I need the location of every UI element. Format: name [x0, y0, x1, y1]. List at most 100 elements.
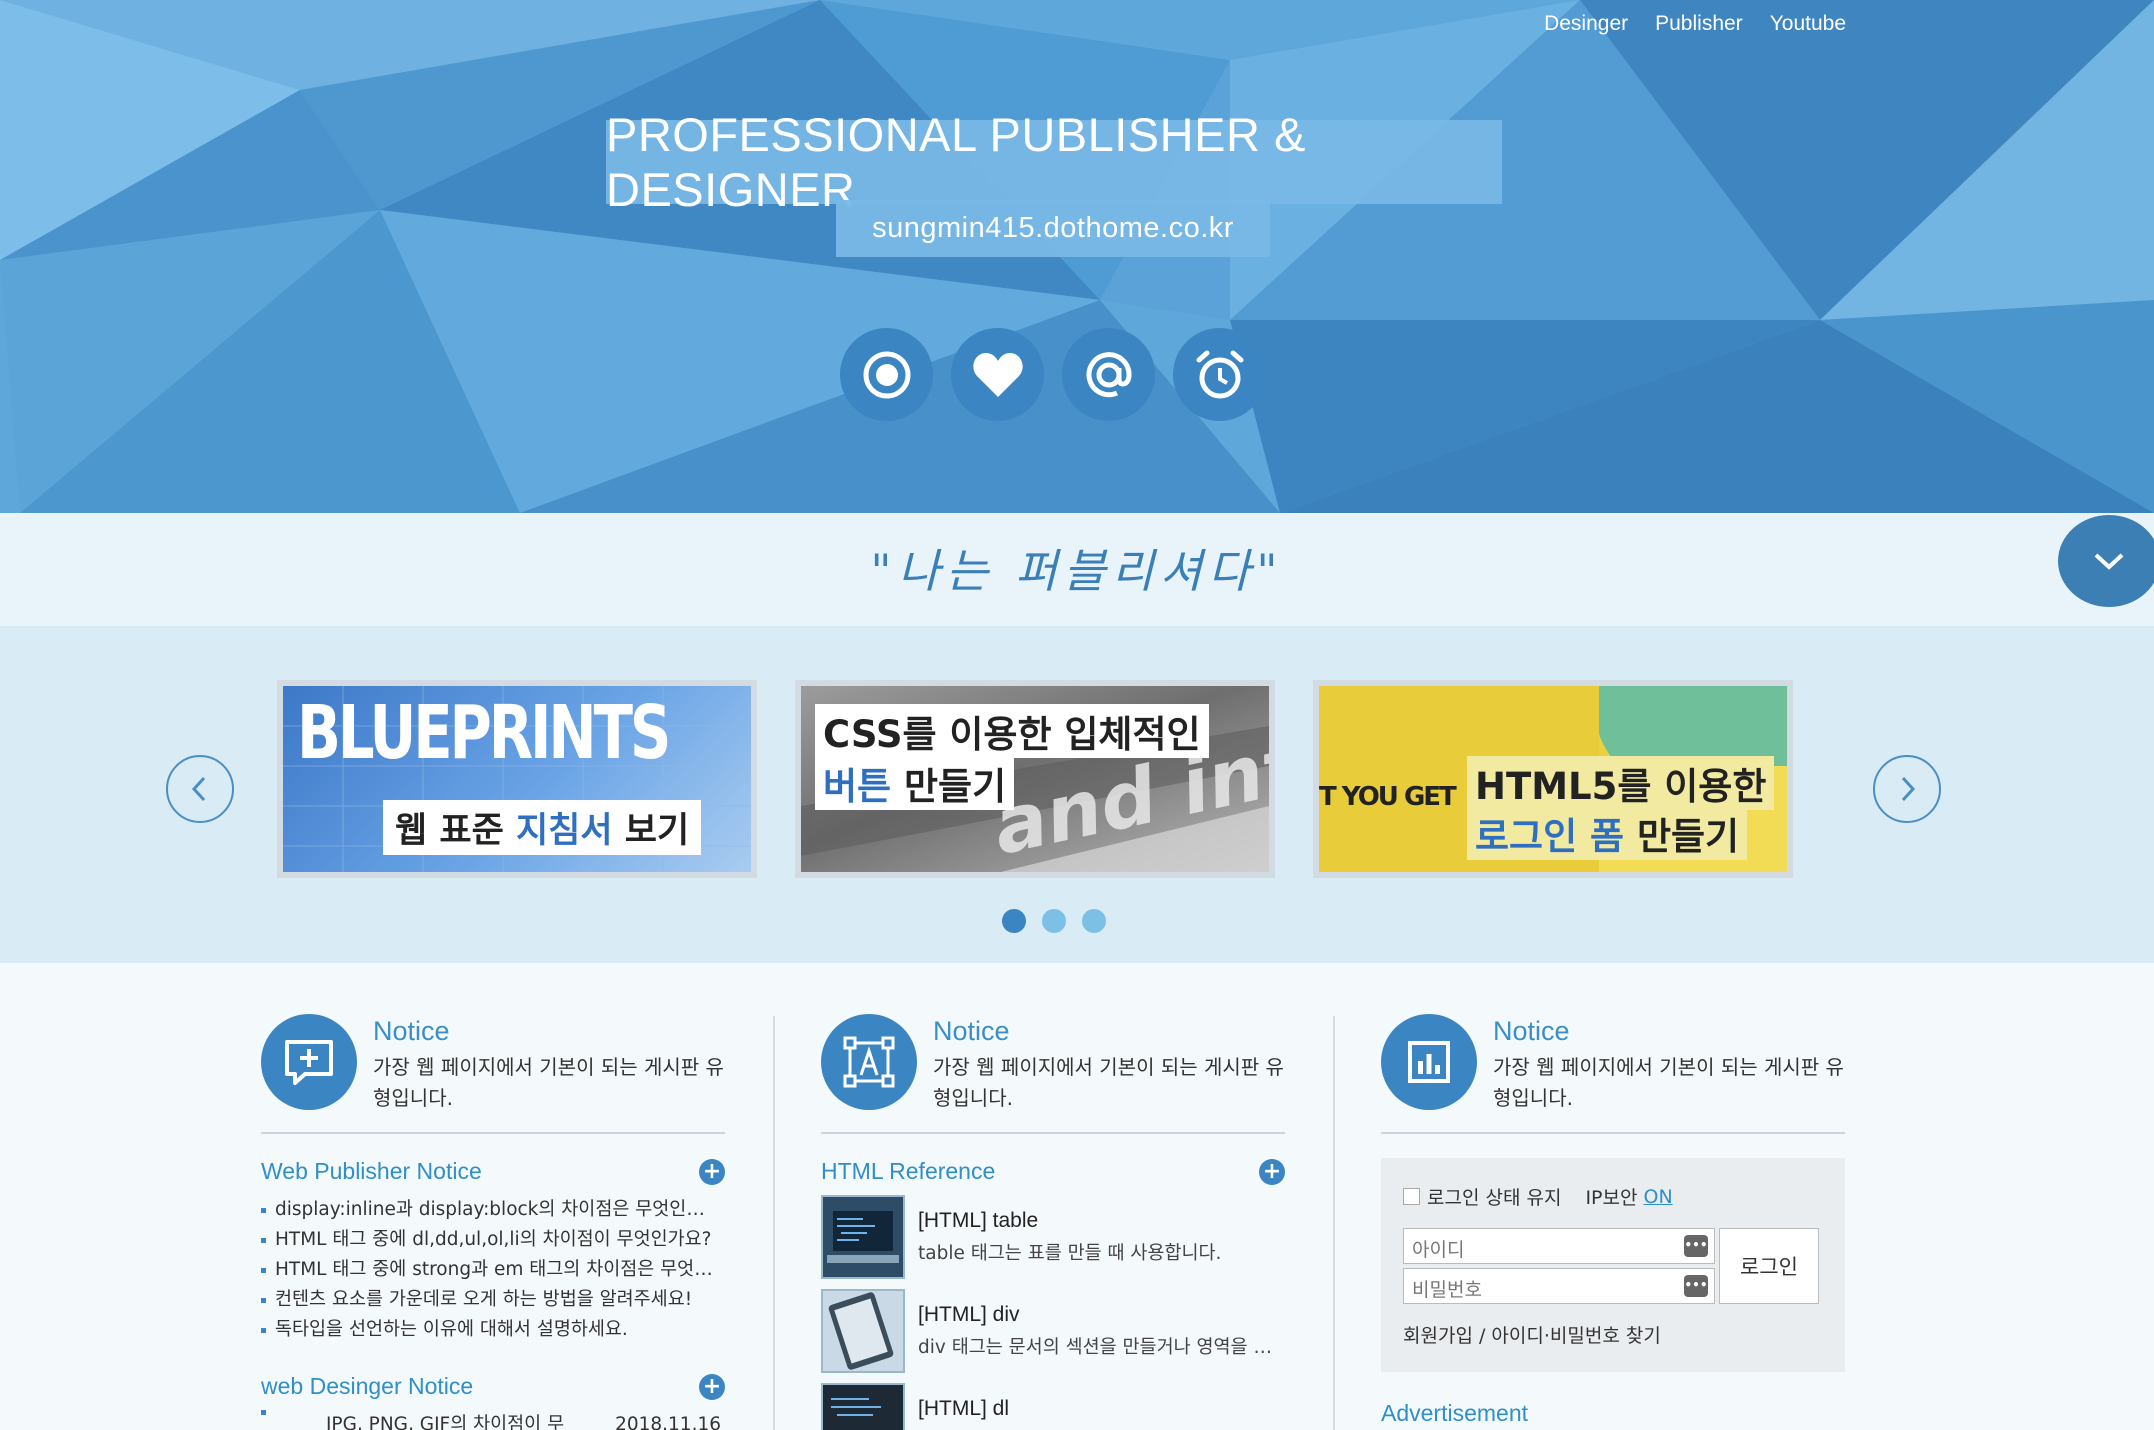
- slider-dot-2[interactable]: [1042, 909, 1066, 933]
- column-login: Notice 가장 웹 페이지에서 기본이 되는 게시판 유형입니다. 로그인 …: [1381, 1014, 1845, 1427]
- slide-blueprints[interactable]: BLUEPRINTS 웹 표준 지침서 보기: [277, 680, 757, 878]
- section-header: web Desinger Notice +: [261, 1373, 725, 1400]
- hero-url-box: sungmin415.dothome.co.kr: [836, 200, 1270, 257]
- reference-item[interactable]: [HTML] table table 태그는 표를 만들 때 사용합니다.: [821, 1195, 1285, 1279]
- nav-link-publisher[interactable]: Publisher: [1655, 12, 1743, 36]
- list-item[interactable]: display:inline과 display:block의 차이점은 무엇인가…: [261, 1195, 721, 1225]
- slider-next-button[interactable]: [1873, 755, 1941, 823]
- slide-2-caption-1: CSS를 이용한 입체적인: [815, 704, 1209, 758]
- scroll-down-button[interactable]: [2058, 515, 2154, 607]
- slide-2-caption-accent: 버튼: [823, 765, 892, 808]
- section-title[interactable]: HTML Reference: [821, 1158, 995, 1185]
- password-manager-icon[interactable]: •••: [1684, 1275, 1708, 1297]
- id-placeholder: 아이디: [1412, 1239, 1465, 1261]
- reference-title: [HTML] dl: [918, 1397, 1010, 1420]
- list-item-title: JPG, PNG, GIF의 차이점이 무: [325, 1414, 565, 1430]
- ip-security-toggle[interactable]: ON: [1643, 1186, 1672, 1208]
- column-reference: Notice 가장 웹 페이지에서 기본이 되는 게시판 유형입니다. HTML…: [821, 1014, 1285, 1430]
- slider-dots: [1002, 909, 1106, 933]
- advertisement-title: Advertisement: [1381, 1400, 1529, 1426]
- chevron-left-icon: [191, 776, 206, 802]
- column-divider: [773, 1016, 775, 1430]
- list-item[interactable]: HTML 태그 중에 strong과 em 태그의 차이점은 무엇인가요?: [261, 1255, 721, 1285]
- slide-3-caption-accent: 로그인 폼: [1475, 815, 1625, 858]
- add-comment-icon: [261, 1014, 357, 1110]
- column-header: Notice 가장 웹 페이지에서 기본이 되는 게시판 유형입니다.: [261, 1014, 725, 1134]
- slide-1-caption-a: 웹 표준: [395, 811, 504, 851]
- signup-find-links[interactable]: 회원가입 / 아이디·비밀번호 찾기: [1403, 1321, 1661, 1348]
- nav-link-youtube[interactable]: Youtube: [1770, 12, 1846, 36]
- password-field[interactable]: 비밀번호 •••: [1403, 1268, 1715, 1304]
- section-title[interactable]: web Desinger Notice: [261, 1373, 473, 1400]
- slider: BLUEPRINTS 웹 표준 지침서 보기 and inte CSS를 이용한…: [0, 626, 2154, 963]
- id-field[interactable]: 아이디 •••: [1403, 1228, 1715, 1264]
- remember-label: 로그인 상태 유지: [1427, 1187, 1562, 1209]
- reference-title: [HTML] div: [918, 1303, 1020, 1326]
- slider-prev-button[interactable]: [166, 755, 234, 823]
- hero-url: sungmin415.dothome.co.kr: [872, 212, 1234, 244]
- list-item[interactable]: 컨텐츠 요소를 가운데로 오게 하는 방법을 알려주세요!: [261, 1285, 721, 1315]
- hero-title-box: PROFESSIONAL PUBLISHER & DESIGNER: [606, 108, 1502, 216]
- content-area: Notice 가장 웹 페이지에서 기본이 되는 게시판 유형입니다. Web …: [0, 963, 2154, 1430]
- slide-css-button[interactable]: and inte CSS를 이용한 입체적인 버튼 만들기: [795, 680, 1275, 878]
- more-button[interactable]: +: [699, 1158, 725, 1185]
- top-nav: Desinger Publisher Youtube: [1544, 12, 1846, 36]
- slide-1-caption-accent: 지침서: [515, 811, 613, 851]
- column-header: Notice 가장 웹 페이지에서 기본이 되는 게시판 유형입니다.: [1381, 1014, 1845, 1134]
- notice-list: display:inline과 display:block의 차이점은 무엇인가…: [261, 1195, 725, 1345]
- list-item-date: 2018.11.16: [615, 1414, 721, 1430]
- column-header: Notice 가장 웹 페이지에서 기본이 되는 게시판 유형입니다.: [821, 1014, 1285, 1134]
- reference-thumbnail: [821, 1383, 905, 1430]
- chevron-down-icon: [2094, 553, 2124, 570]
- reference-title: [HTML] table: [918, 1209, 1039, 1232]
- reference-item[interactable]: [HTML] dl: [821, 1383, 1285, 1430]
- slide-1-caption: 웹 표준 지침서 보기: [383, 800, 702, 855]
- list-item[interactable]: HTML 태그 중에 dl,dd,ul,ol,li의 차이점이 무엇인가요?: [261, 1225, 721, 1255]
- more-button[interactable]: +: [699, 1373, 725, 1400]
- more-button[interactable]: +: [1259, 1158, 1285, 1185]
- slogan-bar: "나는 퍼블리셔다": [0, 513, 2154, 626]
- heart-icon[interactable]: [951, 328, 1044, 421]
- reference-item[interactable]: [HTML] div div 태그는 문서의 섹션을 만들거나 영역을 구분할 …: [821, 1289, 1285, 1373]
- reference-description: table 태그는 표를 만들 때 사용합니다.: [918, 1243, 1222, 1264]
- column-publisher: Notice 가장 웹 페이지에서 기본이 되는 게시판 유형입니다. Web …: [261, 1014, 725, 1430]
- reference-thumbnail: [821, 1289, 905, 1373]
- column-description: 가장 웹 페이지에서 기본이 되는 게시판 유형입니다.: [933, 1055, 1284, 1110]
- column-description: 가장 웹 페이지에서 기본이 되는 게시판 유형입니다.: [373, 1055, 724, 1110]
- list-item[interactable]: JPG, PNG, GIF의 차이점이 무 2018.11.16: [261, 1410, 721, 1430]
- column-title: Notice: [1493, 1016, 1570, 1046]
- text-frame-icon: [821, 1014, 917, 1110]
- slide-3-caption-1: HTML5를 이용한: [1467, 756, 1775, 810]
- password-placeholder: 비밀번호: [1412, 1279, 1482, 1301]
- section-header: HTML Reference +: [821, 1158, 1285, 1185]
- reference-thumbnail: [821, 1195, 905, 1279]
- slide-1-caption-b: 보기: [624, 811, 690, 851]
- notice-list: JPG, PNG, GIF의 차이점이 무 2018.11.16: [261, 1410, 725, 1430]
- login-box: 로그인 상태 유지 IP보안 ON 아이디 ••• 비밀번호 ••• 로그인 회…: [1381, 1158, 1845, 1372]
- nav-link-designer[interactable]: Desinger: [1544, 12, 1628, 36]
- hero-icon-row: [840, 328, 1266, 421]
- chevron-right-icon: [1901, 776, 1916, 802]
- list-item[interactable]: 독타입을 선언하는 이유에 대해서 설명하세요.: [261, 1315, 721, 1345]
- login-button[interactable]: 로그인: [1719, 1228, 1819, 1304]
- column-divider: [1333, 1016, 1335, 1430]
- password-manager-icon[interactable]: •••: [1684, 1235, 1708, 1257]
- record-icon[interactable]: [840, 328, 933, 421]
- column-title: Notice: [373, 1016, 450, 1046]
- remember-checkbox[interactable]: [1403, 1188, 1420, 1205]
- ip-security-label: IP보안: [1585, 1187, 1638, 1209]
- column-title: Notice: [933, 1016, 1010, 1046]
- slider-dot-3[interactable]: [1082, 909, 1106, 933]
- reference-description: div 태그는 문서의 섹션을 만들거나 영역을 구분할 때 사용합니다.: [918, 1337, 1278, 1358]
- section-header: Web Publisher Notice +: [261, 1158, 725, 1185]
- hero-banner: Desinger Publisher Youtube PROFESSIONAL …: [0, 0, 2154, 513]
- slide-html5-login[interactable]: T YOU GET HTML5를 이용한 로그인 폼 만들기: [1313, 680, 1793, 878]
- section-title[interactable]: Web Publisher Notice: [261, 1158, 482, 1185]
- alarm-clock-icon[interactable]: [1173, 328, 1266, 421]
- slide-1-big-text: BLUEPRINTS: [297, 690, 671, 776]
- slide-3-side-text: T YOU GET: [1319, 782, 1457, 812]
- slider-dot-1[interactable]: [1002, 909, 1026, 933]
- slogan-text: "나는 퍼블리셔다": [870, 544, 1284, 598]
- slide-2-caption-tail: 만들기: [903, 765, 1007, 808]
- at-icon[interactable]: [1062, 328, 1155, 421]
